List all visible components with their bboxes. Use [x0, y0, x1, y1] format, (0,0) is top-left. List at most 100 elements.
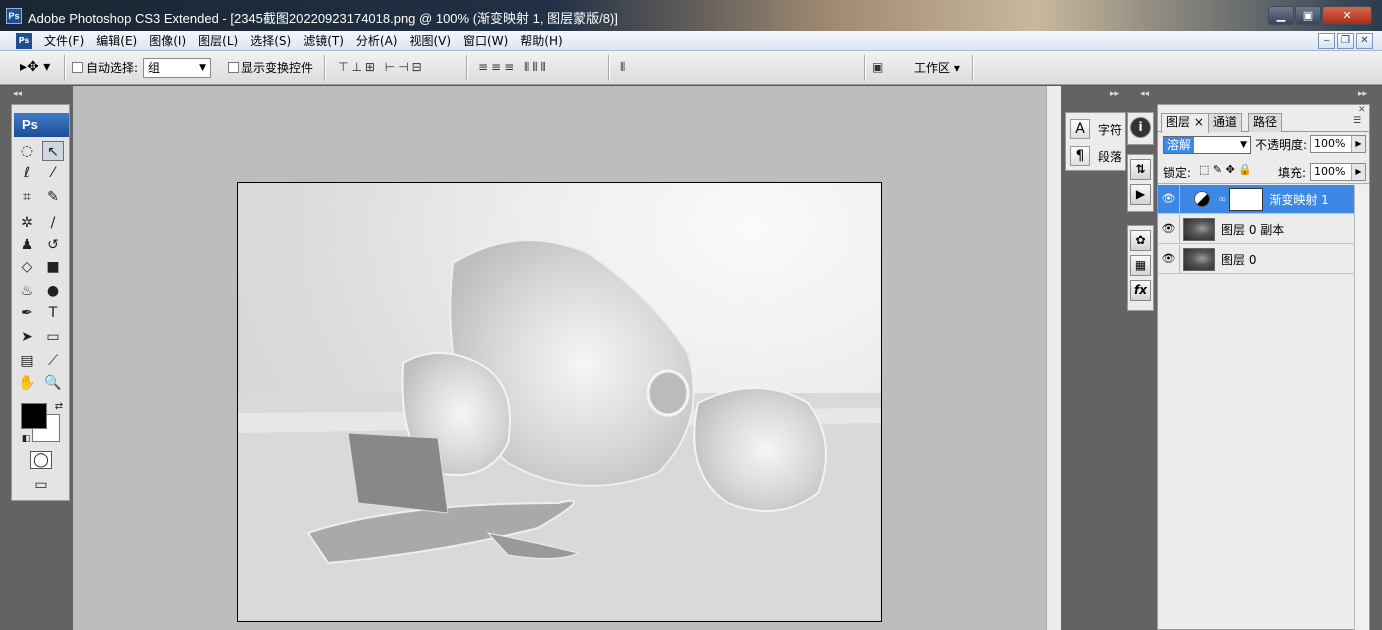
menu-item[interactable]: 图层(L) [192, 33, 244, 49]
dodge-tool-icon[interactable]: ● [42, 281, 64, 301]
swatches-icon[interactable]: ▦ [1130, 255, 1151, 276]
doc-close-button[interactable]: ✕ [1356, 33, 1373, 49]
pen-tool-icon[interactable]: ✒ [16, 303, 38, 323]
workspace-menu[interactable]: 工作区 ▾ [914, 59, 960, 76]
visibility-eye-icon[interactable]: 👁 [1158, 245, 1180, 273]
layer-row-layer0[interactable]: 👁 图层 0 [1158, 245, 1354, 274]
tab-paths[interactable]: 路径 [1248, 113, 1283, 132]
show-transform-checkbox[interactable] [228, 62, 239, 73]
eyedropper-tool-icon[interactable]: ⟋ [42, 351, 64, 371]
menu-item[interactable]: 视图(V) [403, 33, 457, 49]
document-canvas[interactable] [237, 182, 882, 622]
menu-item[interactable]: 文件(F) [38, 33, 90, 49]
close-button[interactable]: ✕ [1322, 6, 1372, 25]
menu-item[interactable]: 图像(I) [143, 33, 192, 49]
default-colors-icon[interactable]: ◧ [15, 429, 37, 449]
panel-menu-icon[interactable]: ☰ [1353, 116, 1361, 126]
menu-item[interactable]: 编辑(E) [90, 33, 143, 49]
layers-scrollbar[interactable] [1354, 185, 1369, 630]
auto-select-value: 组 [148, 61, 161, 75]
maximize-button[interactable]: ▣ [1295, 6, 1321, 25]
history-icon[interactable]: ⇅ [1130, 159, 1151, 180]
expand-icon[interactable]: ▸▸ [1358, 89, 1367, 99]
blend-mode-dropdown[interactable]: 溶解 ▼ [1163, 136, 1251, 154]
fill-field[interactable]: 100% ▶ [1310, 163, 1366, 181]
doc-minimize-button[interactable]: ‒ [1318, 33, 1335, 49]
tool-preset-picker[interactable]: ▸✥ ▾ [20, 59, 50, 75]
menu-item[interactable]: 选择(S) [244, 33, 297, 49]
divider [1158, 183, 1369, 184]
character-paragraph-panel: A 字符 ¶ 段落 [1065, 112, 1126, 171]
tab-layers[interactable]: 图层 × [1161, 113, 1209, 133]
doc-restore-button[interactable]: ❐ [1337, 33, 1354, 49]
layer-row-gradient-map[interactable]: 👁 ∞ 渐变映射 1 [1158, 185, 1354, 214]
history-brush-tool-icon[interactable]: ↺ [42, 235, 64, 255]
auto-select-checkbox[interactable] [72, 62, 83, 73]
distribute-buttons[interactable]: ≡≡≡ ⦀⦀⦀ [478, 60, 549, 75]
marquee-tool-icon[interactable]: ◌ [16, 141, 38, 161]
color-palette-icon[interactable]: ✿ [1130, 230, 1151, 251]
clone-stamp-tool-icon[interactable]: ♟ [16, 235, 38, 255]
link-icon: ∞ [1218, 193, 1227, 205]
tab-channels[interactable]: 通道 [1208, 113, 1243, 132]
photoshop-logo[interactable]: Ps [14, 113, 69, 137]
visibility-eye-icon[interactable]: 👁 [1158, 215, 1180, 243]
document-icon[interactable]: Ps [16, 33, 32, 49]
shape-tool-icon[interactable]: ▭ [42, 327, 64, 347]
auto-select-label: 自动选择: [86, 61, 139, 75]
info-icon[interactable]: i [1130, 117, 1151, 138]
minimize-button[interactable]: ▁ [1268, 6, 1294, 25]
expand-icon[interactable]: ▸▸ [1110, 89, 1119, 99]
menu-item[interactable]: 滤镜(T) [297, 33, 350, 49]
notes-tool-icon[interactable]: ▤ [16, 351, 38, 371]
menu-item[interactable]: 分析(A) [350, 33, 404, 49]
layer-row-layer0-copy[interactable]: 👁 图层 0 副本 [1158, 215, 1354, 244]
align-buttons[interactable]: ⊤⊥⊞ ⊢⊣⊟ [338, 60, 425, 74]
screen-mode-icon[interactable]: ▭ [30, 477, 52, 495]
menu-item[interactable]: 帮助(H) [514, 33, 568, 49]
blur-tool-icon[interactable]: ♨ [16, 281, 38, 301]
separator [324, 55, 326, 81]
healing-brush-tool-icon[interactable]: ✲ [16, 213, 38, 233]
move-tool-icon[interactable]: ↖ [42, 141, 64, 161]
crop-tool-icon[interactable]: ⌗ [16, 187, 38, 207]
history-actions-strip: ⇅ ▶ [1127, 154, 1154, 212]
separator [864, 55, 866, 81]
auto-select-dropdown[interactable]: 组 ▼ [143, 58, 211, 78]
lasso-tool-icon[interactable]: ℓ [16, 163, 38, 183]
lock-icons[interactable]: ⬚ ✎ ✥ 🔒 [1199, 163, 1252, 176]
menu-item[interactable]: 窗口(W) [457, 33, 514, 49]
styles-fx-icon[interactable]: fx [1130, 280, 1151, 301]
menu-bar: Ps 文件(F) 编辑(E) 图像(I) 图层(L) 选择(S) 滤镜(T) 分析(A) 视图… [0, 31, 1382, 51]
hand-tool-icon[interactable]: ✋ [16, 373, 38, 393]
layers-panel: ✕ 图层 × 通道 路径 ☰ 溶解 ▼ 不透明度: 100% ▶ 锁定: ⬚ ✎ ✥… [1157, 104, 1370, 630]
collapse-icon[interactable]: ◂◂ [13, 89, 22, 99]
gradient-tool-icon[interactable]: ■ [42, 257, 64, 277]
quick-mask-icon[interactable]: ◯ [30, 451, 52, 469]
type-tool-icon[interactable]: T [42, 303, 64, 323]
auto-align-button[interactable]: ⦀ [620, 60, 628, 75]
slice-tool-icon[interactable]: ✎ [42, 187, 64, 207]
opacity-field[interactable]: 100% ▶ [1310, 135, 1366, 153]
actions-icon[interactable]: ▶ [1130, 184, 1151, 205]
zoom-tool-icon[interactable]: 🔍 [42, 373, 64, 393]
brush-tool-icon[interactable]: / [42, 213, 64, 233]
swap-colors-icon[interactable]: ⇄ [48, 397, 70, 417]
path-selection-tool-icon[interactable]: ➤ [16, 327, 38, 347]
fill-value: 100% [1314, 165, 1346, 178]
character-panel-button[interactable]: A 字符 [1070, 118, 1122, 140]
show-transform-label: 显示变换控件 [241, 61, 314, 75]
layer-mask-thumbnail[interactable] [1229, 187, 1264, 211]
eraser-tool-icon[interactable]: ◇ [16, 257, 38, 277]
layer-name: 图层 0 副本 [1221, 222, 1285, 237]
collapse-icon[interactable]: ◂◂ [1140, 89, 1149, 99]
visibility-eye-icon[interactable]: 👁 [1158, 185, 1180, 213]
bridge-icon[interactable]: ▣ [872, 60, 886, 74]
panel-tabs: 图层 × 通道 路径 ☰ [1158, 110, 1369, 133]
paragraph-panel-button[interactable]: ¶ 段落 [1070, 145, 1122, 167]
chevron-right-icon: ▶ [1351, 164, 1365, 180]
layer-thumbnail [1183, 247, 1215, 271]
foreground-color-swatch[interactable] [21, 403, 47, 429]
vertical-scrollbar[interactable] [1046, 86, 1061, 630]
magic-wand-tool-icon[interactable]: ⁄ [42, 163, 64, 183]
